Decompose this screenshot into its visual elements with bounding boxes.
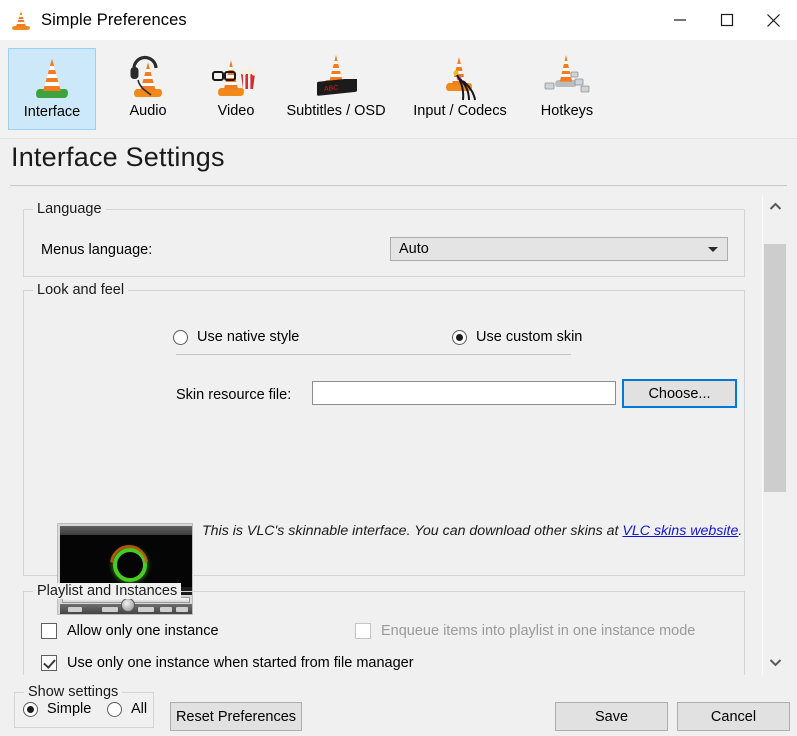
radio-label: Simple: [47, 701, 91, 717]
group-show-settings: Show settings Simple All: [14, 692, 154, 728]
category-label: Input / Codecs: [413, 103, 507, 119]
radio-indicator: [23, 702, 38, 717]
radio-use-custom-skin[interactable]: Use custom skin: [452, 329, 582, 345]
scroll-up-button[interactable]: [763, 195, 787, 219]
category-label: Audio: [129, 103, 166, 119]
maximize-button[interactable]: [703, 0, 750, 40]
skin-description-suffix: .: [738, 523, 742, 539]
settings-scrollbar[interactable]: [762, 195, 787, 675]
group-look-and-feel: Look and feel Use native style Use custo…: [23, 290, 745, 576]
skin-resource-file-input[interactable]: [312, 381, 616, 405]
vlc-cone-interface-icon: [24, 52, 80, 102]
reset-preferences-button[interactable]: Reset Preferences: [170, 702, 302, 731]
radio-label: All: [131, 701, 147, 717]
skin-description-prefix: This is VLC's skinnable interface. You c…: [202, 523, 622, 539]
checkbox-allow-only-one-instance[interactable]: Allow only one instance: [41, 623, 219, 639]
chevron-up-icon: [769, 198, 782, 216]
cancel-button-label: Cancel: [711, 709, 756, 725]
cancel-button[interactable]: Cancel: [677, 702, 790, 731]
radio-indicator: [173, 330, 188, 345]
menus-language-label: Menus language:: [41, 242, 152, 258]
checkbox-indicator: [41, 655, 57, 671]
vlc-skins-website-link[interactable]: VLC skins website: [622, 523, 738, 539]
settings-scroll-area: Language Menus language: Auto Look and f…: [0, 195, 758, 675]
menus-language-select[interactable]: Auto: [390, 237, 728, 261]
category-toolbar: Interface Audio: [0, 40, 797, 139]
skin-description: This is VLC's skinnable interface. You c…: [202, 521, 758, 541]
category-label: Hotkeys: [541, 103, 593, 119]
group-show-settings-title: Show settings: [24, 684, 122, 700]
checkbox-label: Use only one instance when started from …: [67, 655, 414, 671]
page-title: Interface Settings: [11, 142, 225, 173]
group-language: Language Menus language: Auto: [23, 209, 745, 277]
chevron-down-icon: [708, 247, 718, 252]
category-label: Video: [218, 103, 255, 119]
scroll-down-button[interactable]: [763, 651, 787, 675]
radio-label: Use custom skin: [476, 329, 582, 345]
radio-use-native-style[interactable]: Use native style: [173, 329, 299, 345]
group-language-title: Language: [33, 201, 106, 217]
checkbox-enqueue-items: Enqueue items into playlist in one insta…: [355, 623, 695, 639]
reset-preferences-label: Reset Preferences: [176, 709, 296, 725]
category-interface[interactable]: Interface: [8, 48, 96, 130]
save-button-label: Save: [595, 709, 628, 725]
close-button[interactable]: [750, 0, 797, 40]
vlc-cone-icon: [10, 9, 32, 31]
radio-label: Use native style: [197, 329, 299, 345]
title-divider: [10, 185, 787, 186]
scrollbar-thumb[interactable]: [764, 244, 786, 492]
chevron-down-icon: [769, 654, 782, 672]
window-controls: [656, 0, 797, 40]
choose-button[interactable]: Choose...: [622, 379, 737, 408]
category-label: Subtitles / OSD: [286, 103, 385, 119]
vlc-cone-headphones-icon: [120, 51, 176, 101]
checkbox-label: Enqueue items into playlist in one insta…: [381, 623, 695, 639]
category-audio[interactable]: Audio: [101, 48, 195, 130]
close-icon: [766, 13, 781, 28]
menus-language-value: Auto: [399, 241, 429, 257]
window-title: Simple Preferences: [41, 11, 187, 30]
minimize-button[interactable]: [656, 0, 703, 40]
radio-indicator: [107, 702, 122, 717]
group-look-and-feel-title: Look and feel: [33, 282, 128, 298]
vlc-cone-glasses-popcorn-icon: [208, 51, 264, 101]
look-and-feel-divider: [176, 354, 571, 355]
radio-show-all[interactable]: All: [107, 701, 147, 717]
maximize-icon: [720, 13, 734, 27]
save-button[interactable]: Save: [555, 702, 668, 731]
radio-show-simple[interactable]: Simple: [23, 701, 91, 717]
minimize-icon: [673, 13, 687, 27]
category-hotkeys[interactable]: Hotkeys: [524, 48, 610, 130]
checkbox-use-one-instance-file-manager[interactable]: Use only one instance when started from …: [41, 655, 414, 671]
category-label: Interface: [24, 104, 80, 120]
vlc-cone-keyboard-icon: [539, 51, 595, 101]
choose-button-label: Choose...: [648, 386, 710, 402]
category-subtitles-osd[interactable]: ABC Subtitles / OSD: [277, 48, 395, 130]
scrollbar-track[interactable]: [763, 219, 787, 651]
category-input-codecs[interactable]: Input / Codecs: [400, 48, 520, 130]
group-playlist-title: Playlist and Instances: [33, 583, 181, 599]
checkbox-indicator: [41, 623, 57, 639]
skin-resource-file-label: Skin resource file:: [176, 387, 291, 403]
window-title-bar: Simple Preferences: [0, 0, 797, 40]
vlc-cone-subtitle-icon: ABC: [308, 51, 364, 101]
checkbox-indicator: [355, 623, 371, 639]
checkbox-label: Allow only one instance: [67, 623, 219, 639]
vlc-cone-cables-icon: [432, 51, 488, 101]
group-playlist-and-instances: Playlist and Instances Allow only one in…: [23, 591, 745, 675]
category-video[interactable]: Video: [189, 48, 283, 130]
radio-indicator: [452, 330, 467, 345]
